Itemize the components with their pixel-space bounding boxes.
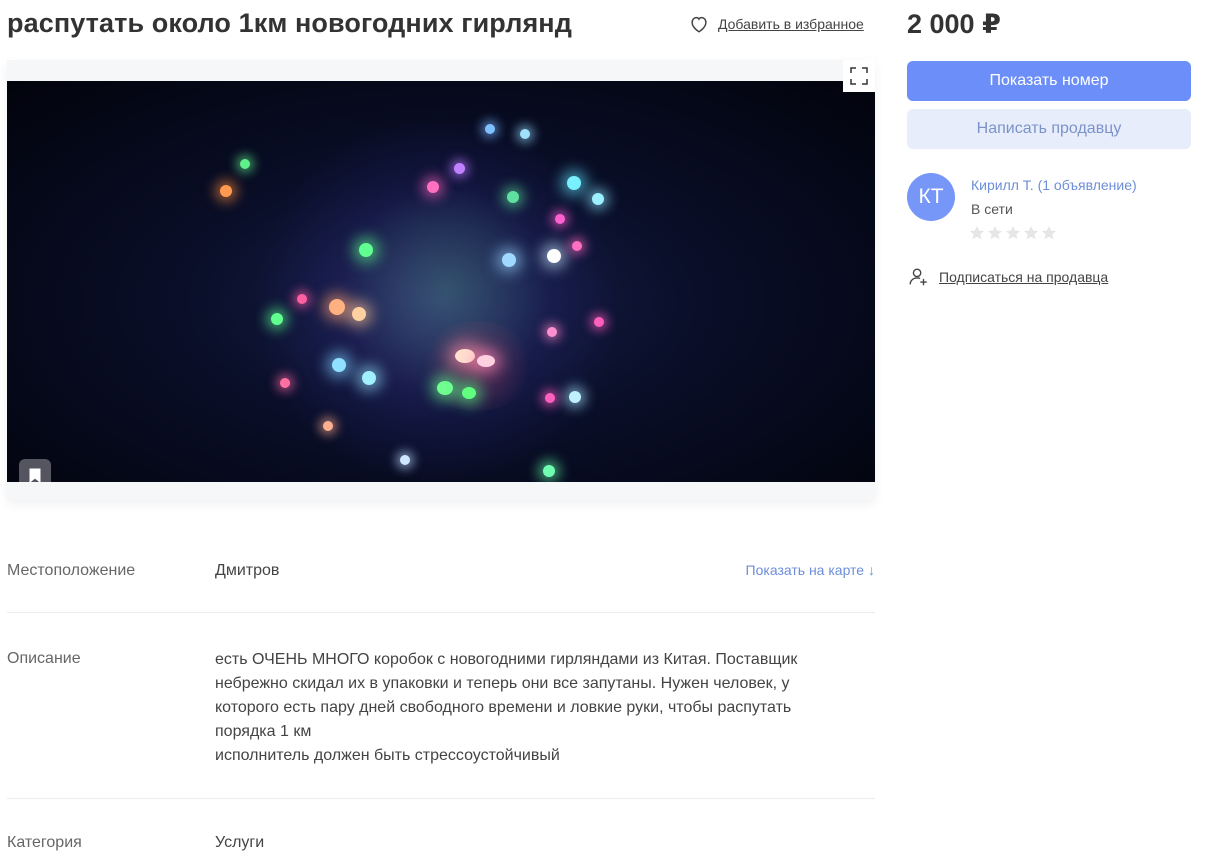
description-text: есть ОЧЕНЬ МНОГО коробок с новогодними г… — [215, 648, 855, 768]
show-on-map-link[interactable]: Показать на карте ↓ — [746, 562, 875, 578]
description-label: Описание — [7, 650, 81, 667]
star-icon — [1006, 226, 1020, 240]
seller-avatar[interactable]: КТ — [907, 173, 955, 221]
fullscreen-button[interactable] — [843, 60, 875, 92]
description-line: исполнитель должен быть стрессоустойчивы… — [215, 747, 560, 764]
subscribe-seller-button[interactable]: Подписаться на продавца — [907, 266, 1108, 288]
location-value: Дмитров — [215, 562, 280, 579]
heart-icon — [691, 16, 707, 33]
bookmark-button[interactable] — [19, 459, 51, 482]
description-line: порядка 1 км — [215, 723, 312, 740]
bookmark-icon — [29, 468, 41, 482]
location-label: Местоположение — [7, 562, 136, 579]
star-icon — [1024, 226, 1038, 240]
subscribe-seller-label: Подписаться на продавца — [939, 269, 1109, 285]
star-icon — [1042, 226, 1056, 240]
show-phone-button[interactable]: Показать номер — [907, 61, 1191, 101]
expand-icon — [850, 67, 868, 85]
category-label: Категория — [7, 834, 82, 851]
listing-photo[interactable] — [7, 81, 875, 482]
category-value: Услуги — [215, 834, 265, 851]
seller-rating — [969, 225, 1057, 241]
description-line: небрежно скидал их в упаковки и теперь о… — [215, 675, 790, 692]
user-subscribe-icon — [909, 268, 927, 286]
star-icon — [970, 226, 984, 240]
write-seller-button[interactable]: Написать продавцу — [907, 109, 1191, 149]
add-to-favorites-label: Добавить в избранное — [718, 16, 864, 32]
divider — [7, 798, 875, 799]
seller-online-status: В сети — [971, 201, 1013, 217]
photo-gallery — [7, 60, 875, 500]
description-line: которого есть пару дней свободного време… — [215, 699, 792, 716]
listing-title: распутать около 1км новогодних гирлянд — [7, 8, 572, 38]
listing-price: 2 000 ₽ — [907, 9, 1001, 39]
seller-name-link[interactable]: Кирилл Т. (1 объявление) — [971, 177, 1137, 193]
star-icon — [988, 226, 1002, 240]
divider — [7, 612, 875, 613]
description-line: есть ОЧЕНЬ МНОГО коробок с новогодними г… — [215, 651, 798, 668]
add-to-favorites-button[interactable]: Добавить в избранное — [688, 13, 864, 35]
